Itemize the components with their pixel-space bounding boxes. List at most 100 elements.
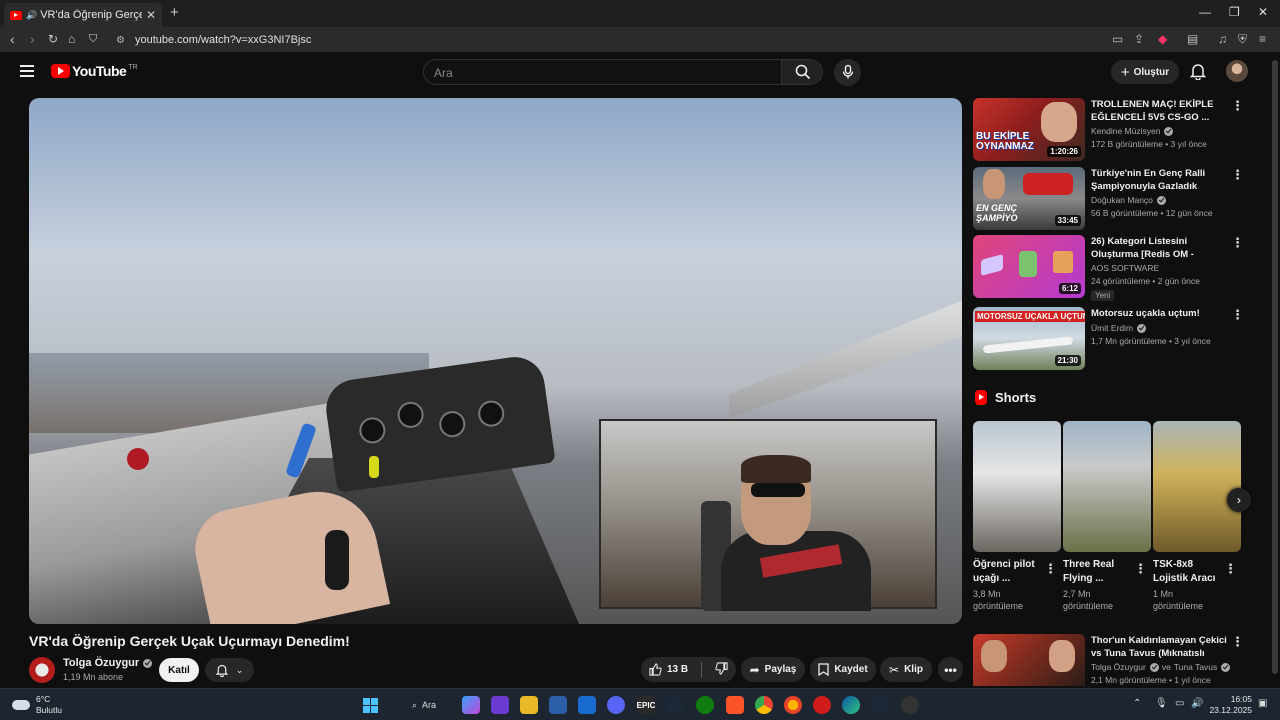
channel-avatar[interactable] [29,657,55,683]
page-scrollbar-thumb[interactable] [1272,60,1278,674]
app-icon[interactable] [901,696,919,714]
sidebar-toggle-icon[interactable]: ▤ [1187,32,1198,46]
close-tab-icon[interactable]: ✕ [146,8,156,22]
more-vertical-icon[interactable]: ⋮ [1231,167,1244,183]
recommendation-item[interactable]: Thor'un Kaldırılamayan Çekici vs Tuna Ta… [973,634,1263,686]
notification-center-icon[interactable]: ▣ [1258,698,1267,709]
recommendation-item[interactable]: MOTORSUZ UÇAKLA UÇTUM 21:30 Motorsuz uça… [973,307,1263,371]
forward-icon[interactable]: › [30,31,35,47]
search-input[interactable]: Ara [423,59,782,85]
channel-name[interactable]: Tolga Özuygur [63,657,153,669]
video-thumbnail[interactable] [973,634,1085,686]
back-icon[interactable]: ‹ [10,31,15,47]
system-clock[interactable]: 16:05 23.12.2025 [1208,694,1252,716]
site-info-icon[interactable]: ⚙ [116,35,125,46]
create-button[interactable]: + Oluştur [1111,60,1179,84]
outlook-icon[interactable] [578,696,596,714]
more-vertical-icon[interactable]: ⋮ [1231,98,1244,114]
more-vertical-icon[interactable]: ⋮ [1044,561,1057,577]
more-vertical-icon[interactable]: ⋮ [1224,561,1237,577]
video-thumbnail[interactable]: 6:12 [973,235,1085,298]
browser-tab[interactable]: 🔊 VR'da Öğrenip Gerçek Uçak U ✕ [4,3,162,27]
home-icon[interactable]: ⌂ [68,32,75,46]
speaker-icon[interactable]: 🔊 [26,10,37,21]
shield-brave-icon[interactable]: ◆ [1158,32,1167,46]
youtube-logo[interactable]: YouTube TR [51,63,138,79]
search-button[interactable] [781,59,823,85]
short-thumbnail[interactable] [1153,421,1241,552]
store-icon[interactable] [549,696,567,714]
save-button[interactable]: Kaydet [810,657,876,682]
short-item[interactable]: Öğrenci pilot uçağı ... 3,8 Mn görüntüle… [973,421,1061,612]
share-button[interactable]: ➦ Paylaş [741,657,805,682]
more-vertical-icon[interactable]: ⋮ [1231,634,1244,650]
volume-icon[interactable]: 🔊 [1191,698,1203,709]
opera-icon[interactable] [813,696,831,714]
recommendation-title[interactable]: TROLLENEN MAÇ! EKİPLE EĞLENCELİ 5V5 CS-G… [1091,98,1231,124]
file-explorer-icon[interactable] [520,696,538,714]
chrome-icon[interactable] [755,696,773,714]
recommendation-channel[interactable]: Kendine Müzisyen [1091,126,1174,136]
video-thumbnail[interactable]: MOTORSUZ UÇAKLA UÇTUM 21:30 [973,307,1085,370]
more-actions-button[interactable]: ••• [938,657,963,682]
recommendation-title[interactable]: Türkiye'nin En Genç Ralli Şampiyonuyla G… [1091,167,1231,193]
steam-icon[interactable] [666,696,684,714]
hamburger-menu-icon[interactable] [20,65,34,77]
join-button[interactable]: Katıl [159,658,199,682]
xbox-icon[interactable] [696,696,714,714]
recommendation-channel[interactable]: AOS SOFTWARE [1091,263,1159,273]
bookmark-icon[interactable]: ⛉ [89,33,97,46]
cast-icon[interactable]: ▭ [1112,32,1123,46]
recommendation-title[interactable]: Motorsuz uçakla uçtum! [1091,307,1231,320]
taskbar-search[interactable]: ⌕ Ara [396,695,452,715]
dislike-button[interactable] [715,661,728,678]
new-tab-button[interactable]: + [170,4,179,21]
steam-icon[interactable] [871,696,889,714]
reload-icon[interactable]: ↻ [48,32,58,46]
recommendation-title[interactable]: 26) Kategori Listesini Oluşturma [Redis … [1091,235,1231,261]
short-title[interactable]: Three Real Flying ... [1063,558,1133,586]
recommendation-item[interactable]: BU EKİPLE OYNANMAZ 1:20:26 TROLLENEN MAÇ… [973,98,1263,162]
brave-browser-icon[interactable] [726,696,744,714]
recommendation-item[interactable]: EN GENÇ ŞAMPİYO 33:45 Türkiye'nin En Gen… [973,167,1263,231]
short-title[interactable]: TSK-8x8 Lojistik Aracı [1153,558,1223,586]
like-button[interactable]: 13 B [649,663,688,676]
subscription-bell-button[interactable]: ⌄ [205,658,254,682]
menu-icon[interactable]: ≡ [1259,32,1266,46]
short-thumbnail[interactable] [973,421,1061,552]
minimize-icon[interactable]: — [1199,5,1211,19]
recommendation-channel[interactable]: Doğukan Manço [1091,195,1166,205]
recommendation-channel[interactable]: Ümit Erdim [1091,323,1147,333]
more-vertical-icon[interactable]: ⋮ [1231,307,1244,323]
short-thumbnail[interactable] [1063,421,1151,552]
account-avatar[interactable] [1226,60,1248,82]
vpn-icon[interactable]: ⛨ [1238,32,1247,47]
close-window-icon[interactable]: ✕ [1258,5,1268,19]
edge-icon[interactable] [842,696,860,714]
discord-icon[interactable] [607,696,625,714]
clip-button[interactable]: ✂ Klip [880,657,932,682]
voice-search-button[interactable] [834,59,861,86]
short-title[interactable]: Öğrenci pilot uçağı ... [973,558,1043,586]
more-vertical-icon[interactable]: ⋮ [1134,561,1147,577]
more-vertical-icon[interactable]: ⋮ [1231,235,1244,251]
short-item[interactable]: TSK-8x8 Lojistik Aracı 1 Mn görüntüleme … [1153,421,1241,612]
video-thumbnail[interactable]: EN GENÇ ŞAMPİYO 33:45 [973,167,1085,230]
notifications-button[interactable] [1189,62,1207,85]
epic-games-icon[interactable]: EPIC [637,696,655,714]
share-page-icon[interactable]: ⇪ [1134,32,1144,46]
media-icon[interactable]: ♫ [1218,32,1227,46]
short-item[interactable]: Three Real Flying ... 2,7 Mn görüntüleme… [1063,421,1151,612]
start-button[interactable] [361,696,379,714]
restore-icon[interactable]: ❐ [1229,5,1240,19]
chevron-up-icon[interactable]: ⌃ [1133,698,1141,709]
shorts-next-button[interactable]: › [1227,488,1251,512]
url-field[interactable]: ⚙ youtube.com/watch?v=xxG3NI7Bjsc [108,30,1108,50]
recommendation-title[interactable]: Thor'un Kaldırılamayan Çekici vs Tuna Ta… [1091,634,1231,660]
weather-widget[interactable]: 6°C Bulutlu [12,694,62,716]
recommendation-channel[interactable]: Tolga Özuygur ve Tuna Tavus [1091,662,1231,672]
video-thumbnail[interactable]: BU EKİPLE OYNANMAZ 1:20:26 [973,98,1085,161]
copilot-app-icon[interactable] [462,696,480,714]
app-icon[interactable] [491,696,509,714]
network-icon[interactable]: ▭ [1175,698,1184,709]
